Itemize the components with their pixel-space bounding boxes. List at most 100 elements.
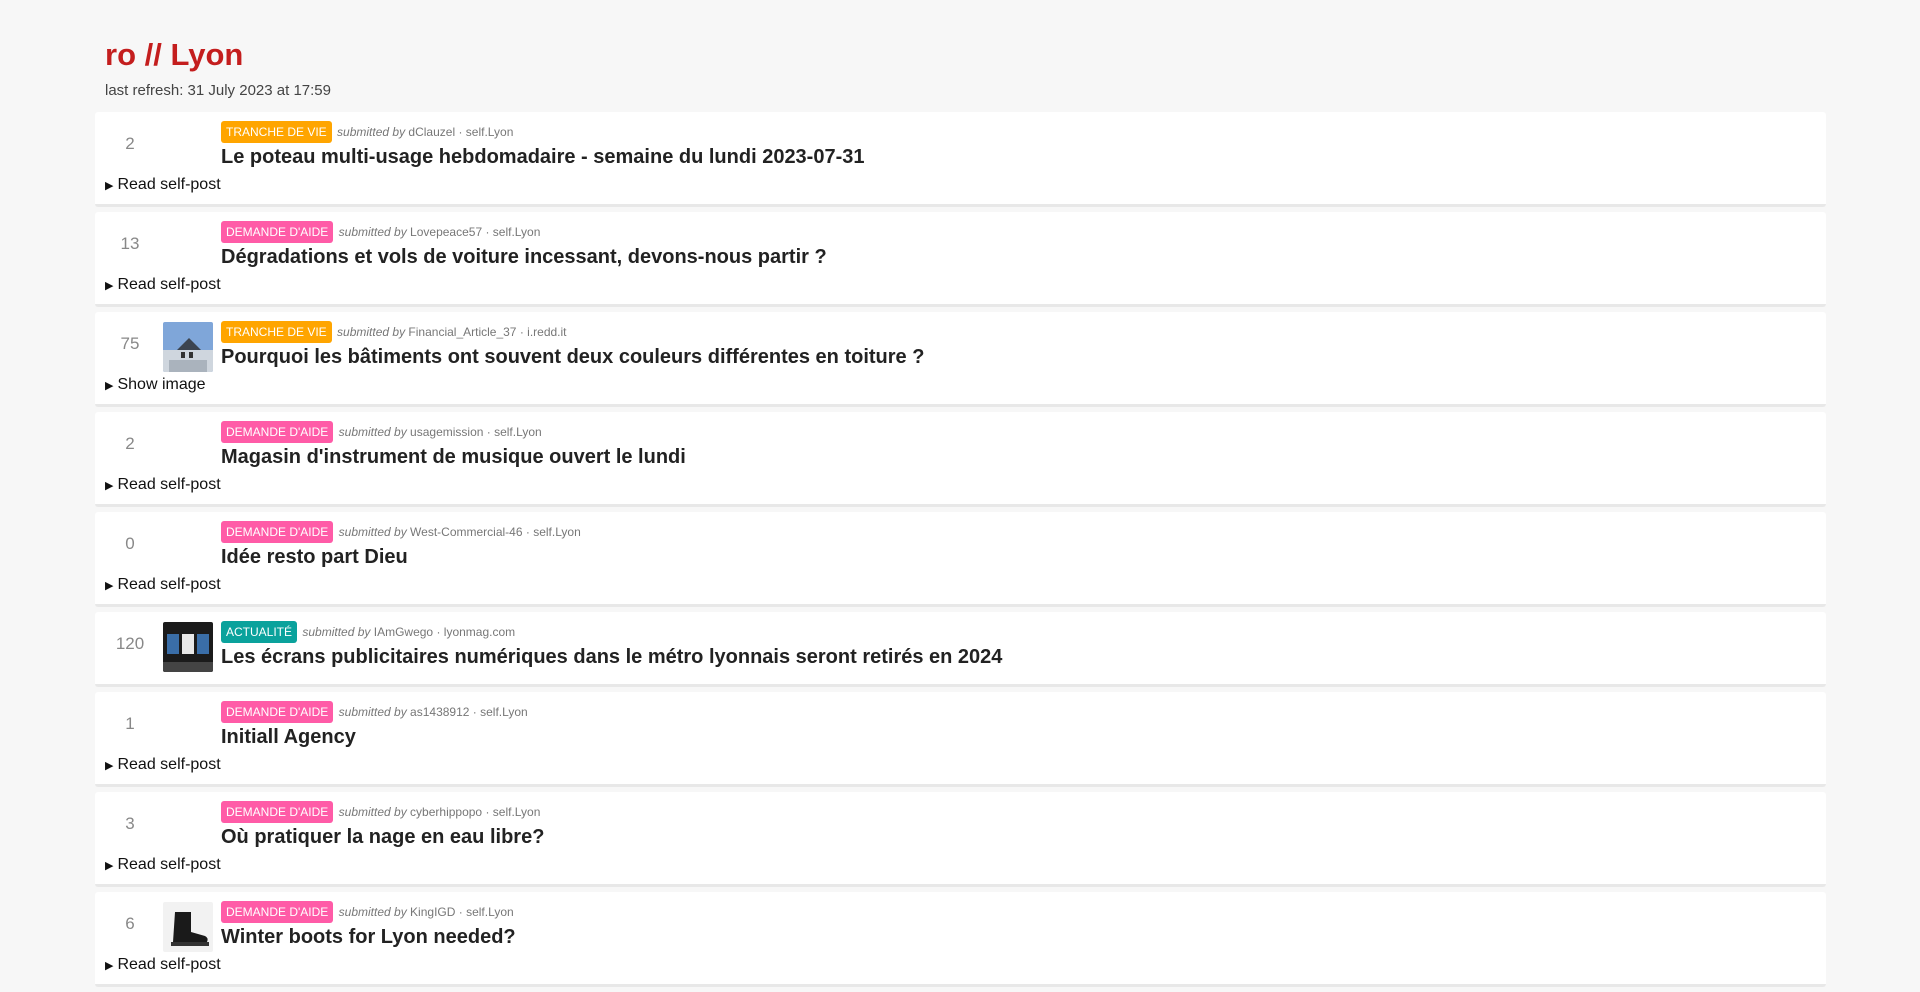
post-item: 120 ACTUALITÉ submitted by IAmGwego · ly…	[95, 612, 1826, 687]
post-domain[interactable]: self.Lyon	[480, 705, 528, 719]
post-meta: TRANCHE DE VIE submitted by Financial_Ar…	[221, 320, 567, 345]
post-title[interactable]: Idée resto part Dieu	[221, 546, 408, 569]
post-domain[interactable]: i.redd.it	[527, 325, 566, 339]
post-title[interactable]: Initiall Agency	[221, 726, 356, 749]
last-refresh-text: last refresh: 31 July 2023 at 17:59	[105, 82, 331, 99]
toggle-label: Read self-post	[117, 756, 221, 773]
submitted-by-label: submitted by	[338, 225, 407, 239]
disclosure-triangle-icon: ▶	[105, 480, 114, 492]
read-self-post-toggle[interactable]: ▶ Read self-post	[105, 276, 221, 294]
post-meta: DEMANDE D'AIDE submitted by West-Commerc…	[221, 520, 581, 545]
flair-badge[interactable]: DEMANDE D'AIDE	[221, 801, 334, 823]
flair-badge[interactable]: DEMANDE D'AIDE	[221, 421, 334, 443]
post-meta: DEMANDE D'AIDE submitted by Lovepeace57 …	[221, 220, 540, 245]
post-list: 2 TRANCHE DE VIE submitted by dClauzel ·…	[95, 112, 1826, 992]
post-domain[interactable]: self.Lyon	[466, 125, 514, 139]
submitted-by-label: submitted by	[338, 705, 407, 719]
flair-badge[interactable]: DEMANDE D'AIDE	[221, 221, 334, 243]
post-title[interactable]: Pourquoi les bâtiments ont souvent deux …	[221, 346, 924, 369]
submitted-by-label: submitted by	[337, 325, 406, 339]
read-self-post-toggle[interactable]: ▶ Read self-post	[105, 476, 221, 494]
post-author[interactable]: KingIGD	[410, 905, 455, 919]
toggle-label: Read self-post	[117, 276, 221, 293]
show-image-toggle[interactable]: ▶ Show image	[105, 376, 206, 394]
read-self-post-toggle[interactable]: ▶ Read self-post	[105, 956, 221, 974]
toggle-label: Read self-post	[117, 856, 221, 873]
toggle-label: Read self-post	[117, 956, 221, 973]
post-author[interactable]: usagemission	[410, 425, 483, 439]
post-domain[interactable]: self.Lyon	[494, 425, 542, 439]
boot-photo-icon	[163, 902, 213, 952]
submitted-by-label: submitted by	[337, 125, 406, 139]
post-score: 1	[125, 714, 135, 733]
read-self-post-toggle[interactable]: ▶ Read self-post	[105, 756, 221, 774]
flair-badge[interactable]: TRANCHE DE VIE	[221, 121, 332, 143]
toggle-label: Read self-post	[117, 576, 221, 593]
disclosure-triangle-icon: ▶	[105, 760, 114, 772]
disclosure-triangle-icon: ▶	[105, 860, 114, 872]
flair-badge[interactable]: TRANCHE DE VIE	[221, 321, 332, 343]
post-item: 6 DEMANDE D'AIDE submitted by KingIGD · …	[95, 892, 1826, 987]
post-title[interactable]: Magasin d'instrument de musique ouvert l…	[221, 446, 686, 469]
post-thumbnail[interactable]	[163, 322, 213, 372]
submitted-by-label: submitted by	[338, 525, 407, 539]
post-author[interactable]: West-Commercial-46	[410, 525, 522, 539]
post-item: 2 DEMANDE D'AIDE submitted by usagemissi…	[95, 412, 1826, 507]
disclosure-triangle-icon: ▶	[105, 960, 114, 972]
submitted-by-label: submitted by	[338, 425, 407, 439]
post-item: 0 DEMANDE D'AIDE submitted by West-Comme…	[95, 512, 1826, 607]
post-score: 13	[120, 234, 140, 253]
page-header: ro // Lyon last refresh: 31 July 2023 at…	[105, 36, 331, 100]
post-meta: DEMANDE D'AIDE submitted by cyberhippopo…	[221, 800, 540, 825]
post-meta: DEMANDE D'AIDE submitted by usagemission…	[221, 420, 542, 445]
post-author[interactable]: cyberhippopo	[410, 805, 482, 819]
post-thumbnail[interactable]	[163, 902, 213, 952]
post-score: 120	[115, 634, 145, 653]
post-score: 2	[125, 434, 135, 453]
submitted-by-label: submitted by	[338, 805, 407, 819]
post-author[interactable]: Financial_Article_37	[408, 325, 516, 339]
post-author[interactable]: dClauzel	[408, 125, 455, 139]
post-item: 3 DEMANDE D'AIDE submitted by cyberhippo…	[95, 792, 1826, 887]
post-score: 75	[120, 334, 140, 353]
disclosure-triangle-icon: ▶	[105, 180, 114, 192]
post-item: 75 TRANCHE DE VIE submitted by Financial…	[95, 312, 1826, 407]
post-author[interactable]: IAmGwego	[374, 625, 433, 639]
post-domain[interactable]: lyonmag.com	[444, 625, 515, 639]
read-self-post-toggle[interactable]: ▶ Read self-post	[105, 176, 221, 194]
flair-badge[interactable]: DEMANDE D'AIDE	[221, 521, 334, 543]
post-title[interactable]: Le poteau multi-usage hebdomadaire - sem…	[221, 146, 865, 169]
disclosure-triangle-icon: ▶	[105, 580, 114, 592]
post-author[interactable]: as1438912	[410, 705, 469, 719]
post-item: 1 DEMANDE D'AIDE submitted by as1438912 …	[95, 692, 1826, 787]
post-domain[interactable]: self.Lyon	[466, 905, 514, 919]
toggle-label: Read self-post	[117, 476, 221, 493]
post-author[interactable]: Lovepeace57	[410, 225, 482, 239]
disclosure-triangle-icon: ▶	[105, 380, 114, 392]
post-score: 3	[125, 814, 135, 833]
post-title[interactable]: Winter boots for Lyon needed?	[221, 926, 516, 949]
flair-badge[interactable]: DEMANDE D'AIDE	[221, 701, 334, 723]
post-item: 2 TRANCHE DE VIE submitted by dClauzel ·…	[95, 112, 1826, 207]
post-domain[interactable]: self.Lyon	[533, 525, 581, 539]
flair-badge[interactable]: ACTUALITÉ	[221, 621, 298, 643]
page-title[interactable]: ro // Lyon	[105, 36, 331, 74]
post-domain[interactable]: self.Lyon	[493, 225, 541, 239]
post-item: 13 DEMANDE D'AIDE submitted by Lovepeace…	[95, 212, 1826, 307]
toggle-label: Read self-post	[117, 176, 221, 193]
post-meta: TRANCHE DE VIE submitted by dClauzel · s…	[221, 120, 513, 145]
post-title[interactable]: Où pratiquer la nage en eau libre?	[221, 826, 544, 849]
post-meta: ACTUALITÉ submitted by IAmGwego · lyonma…	[221, 620, 515, 645]
disclosure-triangle-icon: ▶	[105, 280, 114, 292]
read-self-post-toggle[interactable]: ▶ Read self-post	[105, 576, 221, 594]
flair-badge[interactable]: DEMANDE D'AIDE	[221, 901, 334, 923]
post-meta: DEMANDE D'AIDE submitted by as1438912 · …	[221, 700, 528, 725]
post-thumbnail[interactable]	[163, 622, 213, 672]
post-domain[interactable]: self.Lyon	[493, 805, 541, 819]
post-title[interactable]: Dégradations et vols de voiture incessan…	[221, 246, 827, 269]
submitted-by-label: submitted by	[302, 625, 371, 639]
read-self-post-toggle[interactable]: ▶ Read self-post	[105, 856, 221, 874]
post-meta: DEMANDE D'AIDE submitted by KingIGD · se…	[221, 900, 514, 925]
post-title[interactable]: Les écrans publicitaires numériques dans…	[221, 646, 1002, 669]
post-score: 0	[125, 534, 135, 553]
